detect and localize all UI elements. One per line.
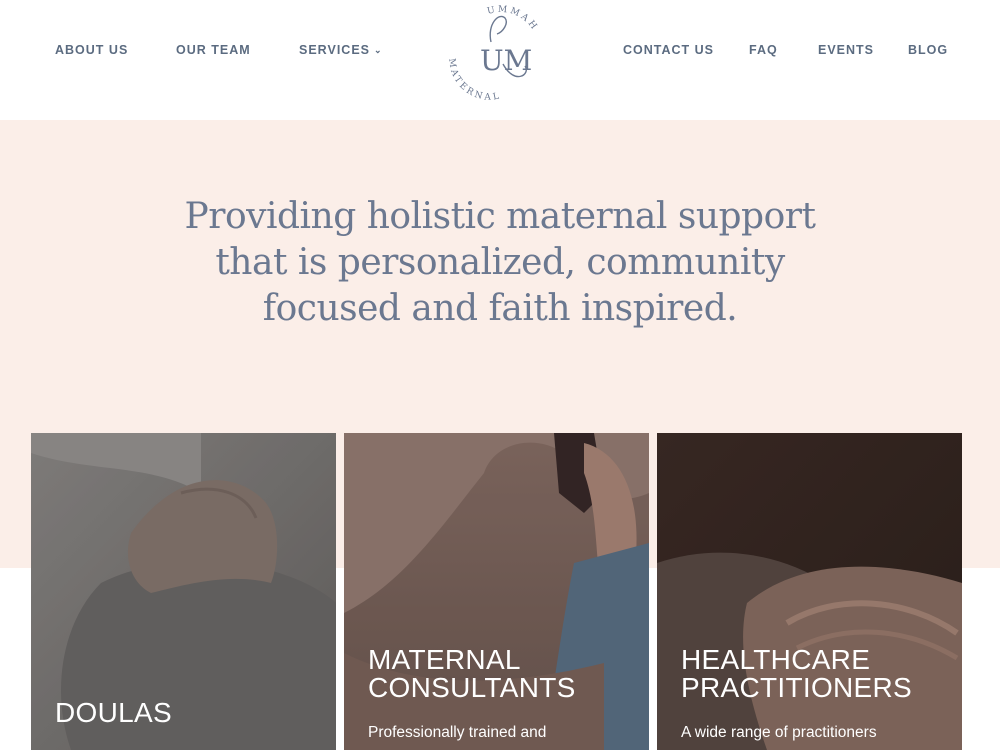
service-card-doulas[interactable]: DOULAS [31, 433, 336, 750]
hero-tagline-line-2: that is personalized, community [215, 242, 785, 283]
nav-events[interactable]: EVENTS [818, 43, 874, 57]
card-title: MATERNAL CONSULTANTS [368, 646, 576, 702]
card-title: DOULAS [55, 697, 172, 728]
nav-about-us[interactable]: ABOUT US [55, 43, 128, 57]
nav-our-team[interactable]: OUR TEAM [176, 43, 251, 57]
nav-services[interactable]: SERVICES ⌄ [299, 43, 383, 57]
site-logo[interactable]: UMMAH MATERNAL UM [443, 4, 545, 103]
card-title-line-2: PRACTITIONERS [681, 672, 913, 703]
card-title: HEALTHCARE PRACTITIONERS [681, 646, 912, 702]
card-description: Professionally trained and [368, 724, 547, 741]
card-title-line-1: MATERNAL [368, 644, 521, 675]
service-card-healthcare-practitioners[interactable]: HEALTHCARE PRACTITIONERS A wide range of… [657, 433, 962, 750]
nav-blog[interactable]: BLOG [908, 43, 948, 57]
logo-emblem: UMMAH MATERNAL UM [446, 5, 539, 103]
nav-faq[interactable]: FAQ [749, 43, 778, 57]
hero-tagline: Providing holistic maternal support that… [150, 194, 850, 332]
service-card-maternal-consultants[interactable]: MATERNAL CONSULTANTS Professionally trai… [344, 433, 649, 750]
nav-services-label: SERVICES [299, 43, 370, 57]
card-title-line-2: CONSULTANTS [368, 672, 576, 703]
chevron-down-icon: ⌄ [374, 45, 383, 55]
site-header: ABOUT US OUR TEAM SERVICES ⌄ UMMAH MATERN… [0, 0, 1000, 120]
logo-monogram: UM [480, 44, 532, 77]
hero-tagline-line-1: Providing holistic maternal support [184, 196, 816, 237]
card-title-line-1: HEALTHCARE [681, 644, 871, 675]
logo-top-text: UMMAH [486, 5, 539, 34]
nav-contact-us[interactable]: CONTACT US [623, 43, 714, 57]
hero-tagline-line-3: focused and faith inspired. [262, 288, 738, 329]
card-description: A wide range of practitioners [681, 724, 877, 741]
